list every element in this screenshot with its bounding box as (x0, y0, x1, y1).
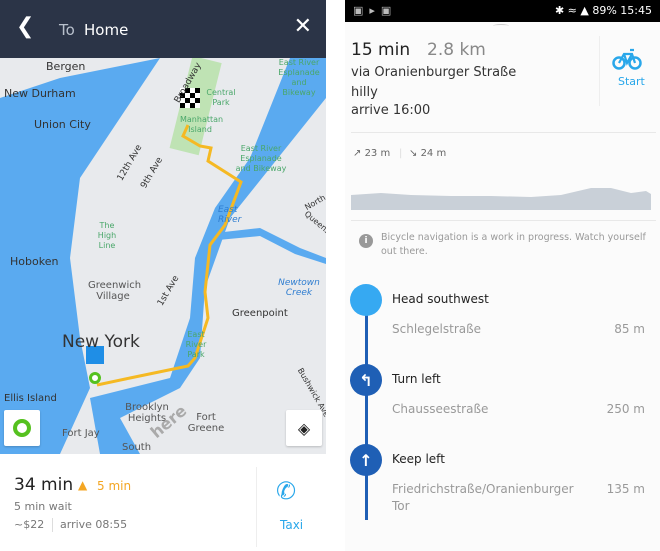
status-bar: ▣▸▣ ✱ ≈ ▲ 89% 15:45 (345, 0, 660, 22)
turn-left-icon: ↰ (350, 364, 382, 396)
map-label: The High Line (97, 221, 117, 250)
notification-icons: ▣▸▣ (353, 4, 398, 17)
descent-value: 24 m (420, 148, 447, 159)
bicycle-icon[interactable] (612, 48, 642, 74)
keep-left-icon: ↑ (350, 444, 382, 476)
step-street: Schlegelstraße (392, 322, 482, 336)
map-label: Fort Jay (62, 428, 100, 439)
route-terrain: hilly (351, 85, 378, 100)
divider (52, 518, 53, 532)
step-street: Chausseestraße (392, 402, 489, 416)
phone-icon[interactable]: ✆ (276, 477, 296, 505)
divider (351, 220, 656, 221)
bike-route-screen: ▣▸▣ ✱ ≈ ▲ 89% 15:45 15 min 2.8 km via Or… (345, 0, 660, 551)
map-label: New Durham (4, 87, 76, 100)
map-label: Greenpoint (232, 308, 288, 319)
map-label: East River (218, 205, 242, 225)
step-title: Head southwest (392, 292, 489, 306)
battery-level: 89% (592, 4, 617, 17)
map-label: Ellis Island (4, 393, 57, 404)
destination-title: Home (84, 21, 129, 39)
drag-handle[interactable] (493, 24, 509, 28)
trip-delay: 5 min (97, 479, 132, 493)
to-label: To (59, 21, 75, 39)
step-title: Turn left (392, 372, 441, 386)
route-arrival: arrive 16:00 (351, 103, 431, 118)
trip-duration: 34 min (14, 475, 74, 495)
layers-icon: ◈ (297, 418, 311, 438)
map-label: Greenwich Village (88, 280, 142, 302)
divider (599, 36, 600, 106)
warning-icon: ▲ (78, 478, 88, 492)
arrival-time: arrive 08:55 (60, 518, 128, 531)
map-label: South (122, 442, 152, 453)
header: ❮ To Home ✕ (0, 0, 326, 58)
map-label: East River Park (185, 330, 207, 359)
clock: 15:45 (620, 4, 652, 17)
step-title: Keep left (392, 452, 445, 466)
descent: ↘ 24 m (409, 148, 447, 159)
map-label: Newtown Creek (278, 278, 320, 298)
taxi-button[interactable]: Taxi (280, 518, 303, 532)
route-duration: 15 min (351, 40, 411, 60)
start-button[interactable]: Start (618, 75, 645, 88)
newtown-creek (215, 228, 326, 264)
layers-button[interactable]: ◈ (286, 410, 322, 446)
map-label: New York (62, 332, 140, 352)
transit-route-screen: ❮ To Home ✕ Bergen New Durham Union City… (0, 0, 326, 551)
map-label: Bergen (46, 60, 86, 73)
divider (256, 467, 257, 547)
system-icons: ✱ ≈ ▲ (554, 4, 593, 17)
chevron-left-icon[interactable]: ❮ (16, 14, 34, 39)
status-right: ✱ ≈ ▲ 89% 15:45 (555, 4, 652, 17)
map-label: East River Esplanade and Bikeway (235, 144, 287, 173)
step-street: Friedrichstraße/Oranienburger Tor (392, 482, 574, 513)
map-label: Manhattan Island (180, 115, 224, 134)
map[interactable]: Bergen New Durham Union City 12th Ave 9t… (0, 58, 326, 454)
start-dot-icon (350, 284, 382, 316)
divider (351, 132, 656, 133)
close-icon[interactable]: ✕ (294, 14, 312, 39)
route-timeline (365, 300, 368, 520)
trip-summary[interactable]: 34 min ▲ 5 min 5 min wait ~$22 arrive 08… (0, 455, 326, 551)
info-icon: i (359, 234, 373, 248)
location-tracking-icon (13, 419, 31, 437)
ascent: ↗ 23 m (353, 148, 391, 159)
elevation-profile (351, 188, 651, 210)
step-distance: 250 m (606, 402, 645, 416)
route-via: via Oranienburger Straße (351, 65, 517, 80)
notice-text: Bicycle navigation is a work in progress… (381, 232, 646, 257)
map-label: East River Esplanade and Bikeway (278, 58, 320, 97)
route-distance: 2.8 km (427, 40, 486, 60)
map-label: Fort Greene (187, 412, 225, 434)
trip-cost: ~$22 (14, 518, 45, 531)
current-location-icon (89, 372, 101, 384)
step-distance: 135 m (606, 482, 645, 496)
ascent-value: 23 m (364, 148, 391, 159)
map-label: Union City (34, 118, 91, 131)
map-label: Central Park (206, 88, 236, 107)
wait-time: 5 min wait (14, 500, 72, 513)
location-tracking-button[interactable] (4, 410, 40, 446)
divider: | (399, 148, 403, 159)
step-distance: 85 m (614, 322, 645, 336)
map-label: Hoboken (10, 255, 59, 268)
